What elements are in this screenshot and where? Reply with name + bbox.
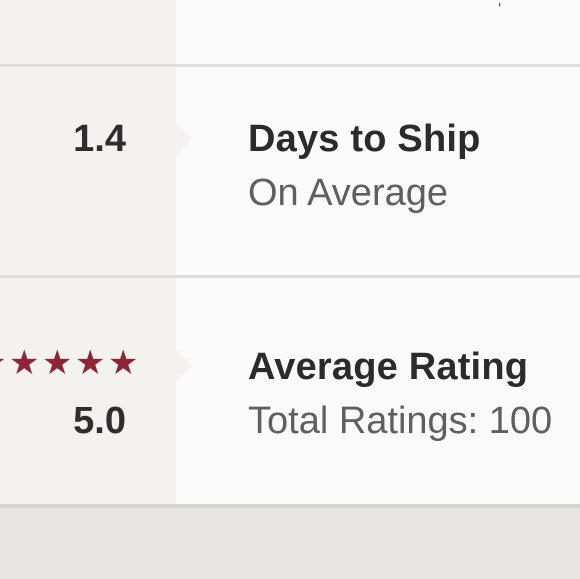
rating-stars: ★ ★ ★ ★ ★ — [0, 346, 138, 380]
star-icon: ★ — [9, 344, 40, 382]
seller-stats-page: ˌ 1.4 Days to Ship On Average ★ ★ ★ ★ ★ … — [0, 0, 580, 579]
star-icon: ★ — [75, 344, 106, 382]
shipping-days-value: 1.4 — [73, 118, 126, 160]
bottom-background-band — [0, 508, 580, 579]
stats-panel: ˌ 1.4 Days to Ship On Average ★ ★ ★ ★ ★ … — [0, 0, 580, 504]
shipping-subtitle: On Average — [248, 172, 449, 214]
cropped-text-fragment: ˌ — [496, 0, 516, 6]
star-icon: ★ — [108, 344, 139, 382]
rating-subtitle: Total Ratings: 100 — [248, 400, 553, 442]
star-icon: ★ — [42, 344, 73, 382]
divider-middle — [0, 275, 580, 278]
divider-top — [0, 64, 580, 67]
shipping-title: Days to Ship — [248, 118, 481, 160]
star-icon: ★ — [0, 346, 6, 380]
shipping-pointer — [176, 123, 192, 155]
average-rating-value: 5.0 — [73, 400, 126, 442]
rating-pointer — [176, 350, 192, 382]
rating-title: Average Rating — [248, 346, 529, 388]
